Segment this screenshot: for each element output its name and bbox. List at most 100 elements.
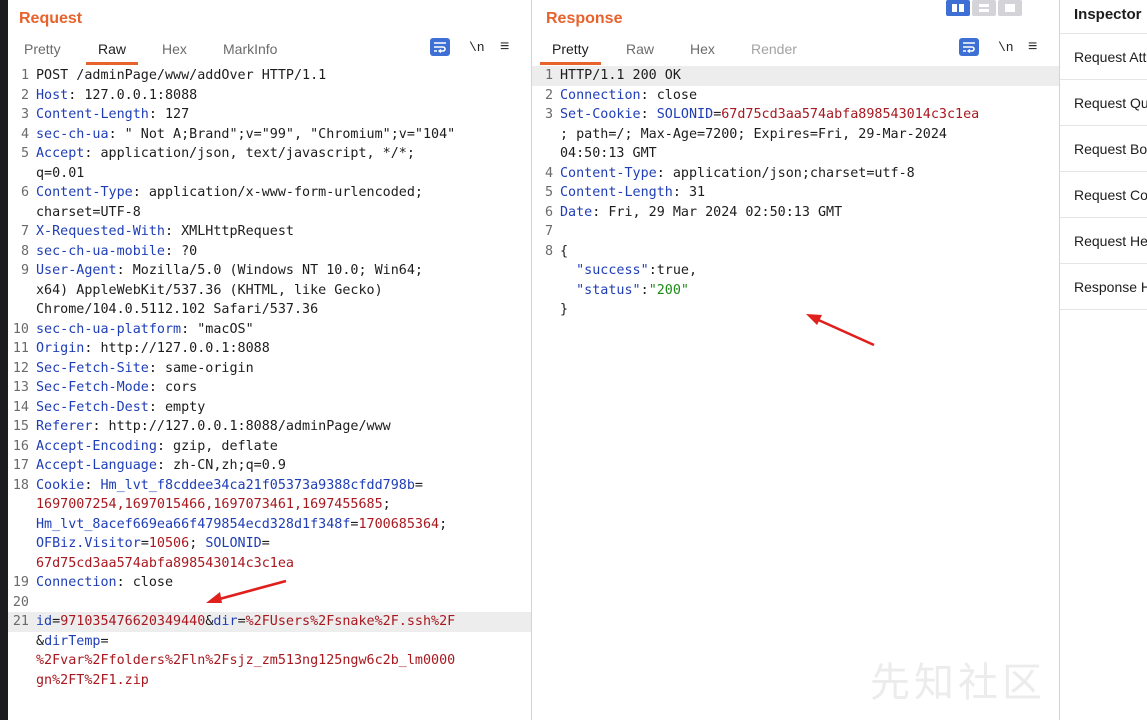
- request-code-line[interactable]: 1697007254,1697015466,1697073461,1697455…: [8, 495, 531, 515]
- response-code-line[interactable]: 6 Date: Fri, 29 Mar 2024 02:50:13 GMT: [532, 203, 1059, 223]
- inspector-request-attributes[interactable]: Request Attributes: [1060, 34, 1147, 80]
- code-token: Accept: [36, 146, 85, 161]
- response-menu-icon[interactable]: ≡: [1028, 38, 1037, 58]
- code-token: id: [36, 614, 53, 629]
- response-tab-pretty[interactable]: Pretty: [540, 41, 601, 65]
- response-wrap-lines-button[interactable]: [959, 38, 979, 56]
- response-code-line[interactable]: 1 HTTP/1.1 200 OK: [532, 66, 1059, 86]
- response-code-line[interactable]: 3 Set-Cookie: SOLONID=67d75cd3aa574abfa89…: [532, 105, 1059, 125]
- request-menu-icon[interactable]: ≡: [500, 38, 509, 58]
- code-token: Content-Length: [560, 185, 673, 200]
- line-number: 21: [12, 614, 29, 629]
- response-code-line[interactable]: 5 Content-Length: 31: [532, 183, 1059, 203]
- code-token: : application/json, text/javascript, */*…: [84, 146, 415, 161]
- response-code-line[interactable]: "status":"200": [532, 281, 1059, 301]
- inspector-request-body-parameters[interactable]: Request Body Parameters: [1060, 126, 1147, 172]
- line-number: 2: [20, 87, 29, 103]
- request-code-line[interactable]: %2Fvar%2Ffolders%2Fln%2Fsjz_zm513ng125ng…: [8, 651, 531, 671]
- request-code-line[interactable]: charset=UTF-8: [8, 203, 531, 223]
- code-token: dir: [213, 614, 238, 629]
- request-code-line[interactable]: 7 X-Requested-With: XMLHttpRequest: [8, 222, 531, 242]
- response-code-line[interactable]: 4 Content-Type: application/json;charset=…: [532, 164, 1059, 184]
- request-code-line[interactable]: OFBiz.Visitor=10506; SOLONID=: [8, 534, 531, 554]
- wrap-icon: [434, 42, 446, 54]
- request-code-line[interactable]: Hm_lvt_8acef669ea66f479854ecd328d1f348f=…: [8, 515, 531, 535]
- response-code-line[interactable]: 7: [532, 222, 1059, 242]
- code-token: Accept-Language: [36, 458, 157, 473]
- request-code-line[interactable]: 6 Content-Type: application/x-www-form-ur…: [8, 183, 531, 203]
- response-tab-raw[interactable]: Raw: [626, 41, 654, 57]
- code-token: Accept-Encoding: [36, 438, 157, 454]
- request-newline-toggle[interactable]: \n: [469, 38, 485, 58]
- code-token: : zh-CN,zh;q=0.9: [156, 458, 286, 473]
- request-code-line[interactable]: 15 Referer: http://127.0.0.1:8088/adminPa…: [8, 417, 531, 437]
- layout-tabs-icon[interactable]: [998, 0, 1022, 16]
- request-code-line[interactable]: 20: [8, 593, 531, 613]
- request-code-line[interactable]: &dirTemp=: [8, 632, 531, 652]
- request-code-line[interactable]: gn%2FT%2F1.zip: [8, 671, 531, 691]
- request-code-line[interactable]: 9 User-Agent: Mozilla/5.0 (Windows NT 10.…: [8, 261, 531, 281]
- code-token: : close: [116, 575, 174, 590]
- request-code-line[interactable]: x64) AppleWebKit/537.36 (KHTML, like Gec…: [8, 281, 531, 301]
- response-newline-toggle[interactable]: \n: [998, 38, 1014, 58]
- line-number: 4: [20, 126, 29, 142]
- line-number: 12: [12, 360, 29, 376]
- request-tab-hex[interactable]: Hex: [162, 41, 187, 57]
- response-tab-hex[interactable]: Hex: [690, 41, 715, 57]
- request-editor[interactable]: 1 POST /adminPage/www/addOver HTTP/1.1 2 Ho…: [8, 66, 531, 720]
- layout-split-icon[interactable]: [946, 0, 970, 16]
- code-token: : http://127.0.0.1:8088: [84, 341, 270, 356]
- code-token: Sec-Fetch-Site: [36, 360, 149, 376]
- request-code-line[interactable]: 8 sec-ch-ua-mobile: ?0: [8, 242, 531, 262]
- request-code-line[interactable]: q=0.01: [8, 164, 531, 184]
- request-code-line[interactable]: 4 sec-ch-ua: " Not A;Brand";v="99", "Chro…: [8, 125, 531, 145]
- request-code-line[interactable]: 3 Content-Length: 127: [8, 105, 531, 125]
- request-title: Request: [19, 10, 83, 27]
- response-tab-render[interactable]: Render: [751, 41, 797, 57]
- line-number: 6: [544, 204, 553, 220]
- response-code-line[interactable]: 04:50:13 GMT: [532, 144, 1059, 164]
- response-code-line[interactable]: ; path=/; Max-Age=7200; Expires=Fri, 29-…: [532, 125, 1059, 145]
- code-token: gn%2FT%2F1.zip: [36, 672, 149, 688]
- request-code-line[interactable]: 67d75cd3aa574abfa898543014c3c1ea: [8, 554, 531, 574]
- request-code-line[interactable]: 21 id=971035476620349440&dir=%2FUsers%2Fs…: [8, 612, 531, 632]
- response-editor[interactable]: 1 HTTP/1.1 200 OK 2 Connection: close 3 Set-C…: [532, 66, 1059, 720]
- code-token: : Mozilla/5.0 (Windows NT 10.0; Win64;: [116, 263, 423, 278]
- code-token: =: [140, 536, 149, 551]
- line-number: 6: [20, 185, 29, 200]
- inspector-request-cookies[interactable]: Request Cookies: [1060, 172, 1147, 218]
- code-token: : " Not A;Brand";v="99", "Chromium";v="1…: [108, 126, 456, 142]
- request-code-line[interactable]: 17 Accept-Language: zh-CN,zh;q=0.9: [8, 456, 531, 476]
- request-code-line[interactable]: 16 Accept-Encoding: gzip, deflate: [8, 437, 531, 457]
- code-token: : http://127.0.0.1:8088/adminPage/www: [92, 419, 391, 434]
- single-pane-icon: [1005, 4, 1015, 12]
- request-tab-raw[interactable]: Raw: [85, 41, 139, 65]
- request-code-line[interactable]: 11 Origin: http://127.0.0.1:8088: [8, 339, 531, 359]
- request-code-line[interactable]: 1 POST /adminPage/www/addOver HTTP/1.1: [8, 66, 531, 86]
- request-code-line[interactable]: 14 Sec-Fetch-Dest: empty: [8, 398, 531, 418]
- request-code-line[interactable]: 12 Sec-Fetch-Site: same-origin: [8, 359, 531, 379]
- left-window-edge: [0, 0, 8, 720]
- wrap-icon: [963, 42, 975, 54]
- request-code-line[interactable]: 13 Sec-Fetch-Mode: cors: [8, 378, 531, 398]
- request-code-line[interactable]: 18 Cookie: Hm_lvt_f8cddee34ca21f05373a938…: [8, 476, 531, 496]
- response-code-line[interactable]: "success":true,: [532, 261, 1059, 281]
- request-code-line[interactable]: 5 Accept: application/json, text/javascri…: [8, 144, 531, 164]
- code-token: 971035476620349440: [60, 614, 206, 629]
- request-code-line[interactable]: 19 Connection: close: [8, 573, 531, 593]
- code-token: :: [84, 477, 101, 493]
- response-code-line[interactable]: 2 Connection: close: [532, 86, 1059, 106]
- inspector-response-headers[interactable]: Response Headers: [1060, 264, 1147, 310]
- response-code-line[interactable]: }: [532, 300, 1059, 320]
- inspector-request-headers[interactable]: Request Headers: [1060, 218, 1147, 264]
- layout-rows-icon[interactable]: [972, 0, 996, 16]
- request-tab-markinfo[interactable]: MarkInfo: [223, 41, 277, 57]
- code-token: SOLONID: [656, 107, 714, 122]
- request-code-line[interactable]: 2 Host: 127.0.0.1:8088: [8, 86, 531, 106]
- request-code-line[interactable]: 10 sec-ch-ua-platform: "macOS": [8, 320, 531, 340]
- request-tab-pretty[interactable]: Pretty: [24, 41, 61, 57]
- response-code-line[interactable]: 8{: [532, 242, 1059, 262]
- request-code-line[interactable]: Chrome/104.0.5112.102 Safari/537.36: [8, 300, 531, 320]
- request-wrap-lines-button[interactable]: [430, 38, 450, 56]
- inspector-request-query-parameters[interactable]: Request Query Parameters: [1060, 80, 1147, 126]
